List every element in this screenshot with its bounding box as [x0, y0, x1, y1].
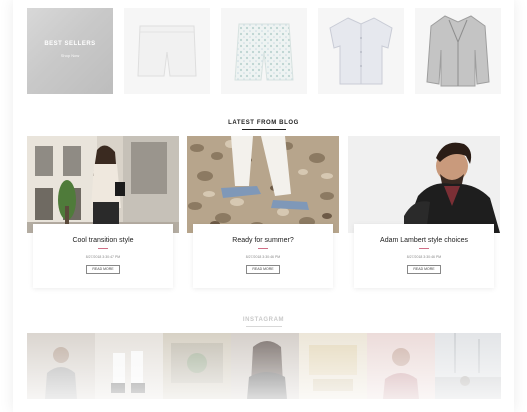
title-divider: [419, 248, 429, 249]
blog-heading: LATEST FROM BLOG: [13, 120, 514, 130]
blog-post-title[interactable]: Adam Lambert style choices: [354, 237, 494, 244]
street-photo: [27, 136, 179, 233]
instagram-photo[interactable]: [299, 333, 367, 399]
blog-post-image[interactable]: [27, 136, 179, 233]
instagram-photo[interactable]: [367, 333, 435, 399]
instagram-photo[interactable]: [231, 333, 299, 399]
title-divider: [258, 248, 268, 249]
instagram-photo[interactable]: [27, 333, 95, 399]
product-tile-leather-jacket[interactable]: [415, 8, 501, 94]
instagram-heading-underline: [245, 326, 282, 327]
product-tile-white-shirt[interactable]: [318, 8, 404, 94]
instagram-photo[interactable]: [163, 333, 231, 399]
shop-now-link[interactable]: Shop Now: [27, 53, 113, 58]
blog-post-image[interactable]: [187, 136, 339, 233]
read-more-button[interactable]: READ MORE: [407, 265, 441, 274]
blog-post-title[interactable]: Ready for summer?: [193, 237, 333, 244]
instagram-heading-text: INSTAGRAM: [242, 317, 285, 323]
patterned-shorts-image: [234, 23, 294, 81]
page-frame: BEST SELLERS Shop Now LATEST FROM BLOG C…: [13, 0, 514, 412]
white-shorts-image: [137, 25, 197, 77]
leather-jacket-image: [426, 15, 490, 87]
blog-heading-underline: [241, 129, 286, 130]
portrait-photo: [348, 136, 500, 233]
blog-heading-text: LATEST FROM BLOG: [228, 120, 299, 126]
read-more-button[interactable]: READ MORE: [246, 265, 280, 274]
white-shirt-image: [329, 17, 393, 85]
instagram-photo[interactable]: [95, 333, 163, 399]
instagram-feed: [27, 333, 501, 399]
product-tile-white-shorts[interactable]: [124, 8, 210, 94]
blog-card[interactable]: Cool transition style 8/27/2018 3:30:47 …: [27, 136, 179, 291]
blog-card-body: Ready for summer? 8/27/2018 3:30:46 PM R…: [193, 224, 333, 288]
best-sellers-banner[interactable]: BEST SELLERS Shop Now: [27, 8, 113, 94]
instagram-photo[interactable]: [435, 333, 501, 399]
blog-post-image[interactable]: [348, 136, 500, 233]
product-tile-patterned-shorts[interactable]: [221, 8, 307, 94]
blog-card[interactable]: Ready for summer? 8/27/2018 3:30:46 PM R…: [187, 136, 339, 291]
blog-card-body: Cool transition style 8/27/2018 3:30:47 …: [33, 224, 173, 288]
blog-card-body: Adam Lambert style choices 8/27/2018 3:3…: [354, 224, 494, 288]
product-strip: BEST SELLERS Shop Now: [27, 8, 501, 94]
blog-post-date: 8/27/2018 3:30:46 PM: [245, 255, 281, 259]
title-divider: [98, 248, 108, 249]
instagram-heading: INSTAGRAM: [13, 317, 514, 327]
best-sellers-title: BEST SELLERS: [44, 41, 96, 47]
blog-card[interactable]: Adam Lambert style choices 8/27/2018 3:3…: [348, 136, 500, 291]
blog-post-date: 8/27/2018 3:30:47 PM: [85, 255, 121, 259]
read-more-button[interactable]: READ MORE: [86, 265, 120, 274]
blog-post-title[interactable]: Cool transition style: [33, 237, 173, 244]
pebbles-photo: [187, 136, 339, 233]
blog-post-date: 8/27/2018 3:30:46 PM: [406, 255, 442, 259]
